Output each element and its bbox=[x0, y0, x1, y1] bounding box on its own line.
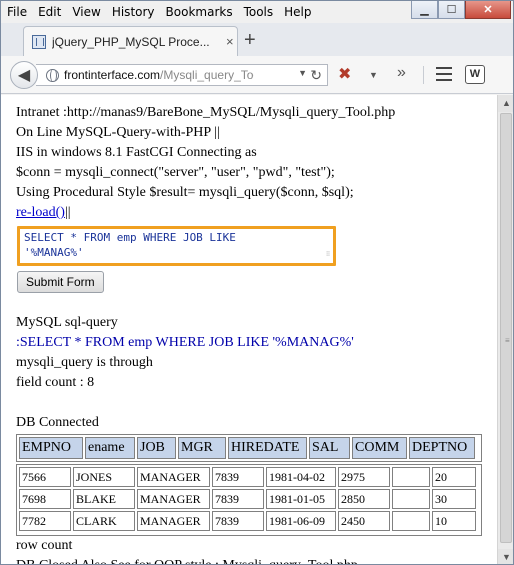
menu-help[interactable]: Help bbox=[284, 5, 311, 19]
minimize-button[interactable]: ▁ bbox=[411, 1, 438, 19]
col-mgr: MGR bbox=[178, 437, 226, 459]
col-ename: ename bbox=[85, 437, 135, 459]
cell-sal: 2450 bbox=[338, 511, 390, 531]
cell-job: MANAGER bbox=[137, 489, 210, 509]
col-empno: EMPNO bbox=[19, 437, 83, 459]
query-through-text: mysqli_query is through bbox=[16, 355, 153, 370]
cell-job: MANAGER bbox=[137, 511, 210, 531]
query-line-2: '%MANAG%' bbox=[24, 246, 84, 259]
address-bar[interactable]: frontinterface.com/Mysqli_query_Tool14. … bbox=[36, 64, 328, 86]
back-arrow-icon: ◀ bbox=[17, 67, 31, 84]
menu-icon[interactable] bbox=[436, 67, 452, 81]
cell-deptno: 30 bbox=[432, 489, 476, 509]
intro-line-5: Using Procedural Style $result= mysqli_q… bbox=[16, 185, 354, 200]
col-deptno: DEPTNO bbox=[409, 437, 475, 459]
block-dropdown-icon[interactable]: ▼ bbox=[369, 70, 378, 80]
table-row: 7782 CLARK MANAGER 7839 1981-06-09 2450 … bbox=[19, 511, 479, 531]
page-favicon-icon bbox=[32, 34, 46, 49]
cell-ename: JONES bbox=[73, 467, 135, 487]
resize-grip-icon[interactable]: ⁞⁞ bbox=[326, 247, 330, 262]
col-job: JOB bbox=[137, 437, 176, 459]
tab-active[interactable]: jQuery_PHP_MySQL Proce... × bbox=[23, 26, 238, 56]
intro-line-1: Intranet :http://manas9/BareBone_MySQL/M… bbox=[16, 105, 396, 120]
back-button[interactable]: ◀ bbox=[10, 61, 38, 89]
intro-line-3: IIS in windows 8.1 FastCGI Connecting as bbox=[16, 145, 257, 160]
block-icon[interactable]: ✖ bbox=[338, 64, 351, 84]
cell-hiredate: 1981-04-02 bbox=[266, 467, 336, 487]
cell-mgr: 7839 bbox=[212, 489, 264, 509]
tab-close-icon[interactable]: × bbox=[226, 34, 234, 49]
query-textarea[interactable]: SELECT * FROM emp WHERE JOB LIKE '%MANAG… bbox=[17, 226, 336, 266]
globe-icon bbox=[46, 68, 59, 82]
cell-comm bbox=[392, 467, 430, 487]
menu-edit[interactable]: Edit bbox=[38, 5, 61, 19]
reload-line: re-load()|| bbox=[16, 203, 497, 223]
db-closed-text: DB Closed Also See for OOP style : Mysql… bbox=[16, 556, 497, 564]
cell-comm bbox=[392, 489, 430, 509]
col-hiredate: HIREDATE bbox=[228, 437, 307, 459]
table-row: 7566 JONES MANAGER 7839 1981-04-02 2975 … bbox=[19, 467, 479, 487]
page-content: Intranet :http://manas9/BareBone_MySQL/M… bbox=[1, 95, 497, 564]
cell-ename: CLARK bbox=[73, 511, 135, 531]
cell-empno: 7782 bbox=[19, 511, 71, 531]
pocket-icon[interactable]: W bbox=[465, 65, 485, 84]
toolbar-divider bbox=[423, 66, 424, 84]
cell-comm bbox=[392, 511, 430, 531]
more-tools-icon[interactable]: » bbox=[397, 64, 406, 82]
reload-link[interactable]: re-load() bbox=[16, 205, 65, 220]
cell-hiredate: 1981-01-05 bbox=[266, 489, 336, 509]
row-count-text: row count bbox=[16, 538, 73, 553]
url-host: frontinterface.com bbox=[64, 68, 161, 82]
intro-line-2: On Line MySQL-Query-with-PHP || bbox=[16, 125, 220, 140]
cell-hiredate: 1981-06-09 bbox=[266, 511, 336, 531]
browser-window: File Edit View History Bookmarks Tools H… bbox=[0, 0, 514, 565]
scrollbar-thumb[interactable]: ≡ bbox=[500, 113, 512, 543]
url-path: /Mysqli_query_Tool14. bbox=[160, 68, 254, 82]
url-dropdown-icon[interactable]: ▼ bbox=[298, 68, 307, 78]
navigation-bar: frontinterface.com/Mysqli_query_Tool14. … bbox=[1, 56, 513, 94]
menu-view[interactable]: View bbox=[72, 5, 100, 19]
scroll-up-icon[interactable]: ▲ bbox=[498, 95, 513, 112]
menu-history[interactable]: History bbox=[112, 5, 155, 19]
window-controls: ▁ ☐ ✕ bbox=[411, 1, 511, 19]
new-tab-button[interactable]: + bbox=[244, 30, 256, 50]
cell-deptno: 20 bbox=[432, 467, 476, 487]
menu-file[interactable]: File bbox=[7, 5, 27, 19]
menu-tools[interactable]: Tools bbox=[244, 5, 274, 19]
submit-form-button[interactable]: Submit Form bbox=[17, 271, 104, 293]
scrollbar-grip-icon: ≡ bbox=[505, 336, 510, 345]
cell-ename: BLAKE bbox=[73, 489, 135, 509]
cell-sal: 2975 bbox=[338, 467, 390, 487]
cell-mgr: 7839 bbox=[212, 511, 264, 531]
table-header: EMPNO ename JOB MGR HIREDATE SAL COMM DE… bbox=[16, 434, 482, 462]
scroll-down-icon[interactable]: ▼ bbox=[498, 549, 513, 564]
table-row: 7698 BLAKE MANAGER 7839 1981-01-05 2850 … bbox=[19, 489, 479, 509]
cell-empno: 7698 bbox=[19, 489, 71, 509]
table-body: 7566 JONES MANAGER 7839 1981-04-02 2975 … bbox=[16, 464, 482, 536]
menu-bookmarks[interactable]: Bookmarks bbox=[166, 5, 233, 19]
close-window-button[interactable]: ✕ bbox=[465, 1, 511, 19]
db-connected-text: DB Connected bbox=[16, 415, 99, 430]
cell-empno: 7566 bbox=[19, 467, 71, 487]
tab-title: jQuery_PHP_MySQL Proce... bbox=[52, 34, 210, 49]
cell-job: MANAGER bbox=[137, 467, 210, 487]
field-count-text: field count : 8 bbox=[16, 375, 95, 390]
menu-bar: File Edit View History Bookmarks Tools H… bbox=[1, 1, 513, 23]
sql-query-heading: MySQL sql-query bbox=[16, 315, 118, 330]
sql-query-text: :SELECT * FROM emp WHERE JOB LIKE '%MANA… bbox=[16, 335, 354, 350]
vertical-scrollbar[interactable]: ▲ ≡ ▼ bbox=[497, 95, 513, 564]
cell-sal: 2850 bbox=[338, 489, 390, 509]
maximize-button[interactable]: ☐ bbox=[438, 1, 465, 19]
query-line-1: SELECT * FROM emp WHERE JOB LIKE bbox=[24, 231, 236, 244]
tab-strip: jQuery_PHP_MySQL Proce... × + bbox=[1, 23, 513, 56]
col-sal: SAL bbox=[309, 437, 350, 459]
reload-icon[interactable]: ↻ bbox=[310, 67, 322, 84]
reload-suffix: || bbox=[64, 205, 71, 220]
col-comm: COMM bbox=[352, 437, 407, 459]
intro-line-4: $conn = mysqli_connect("server", "user",… bbox=[16, 165, 335, 180]
cell-mgr: 7839 bbox=[212, 467, 264, 487]
cell-deptno: 10 bbox=[432, 511, 476, 531]
